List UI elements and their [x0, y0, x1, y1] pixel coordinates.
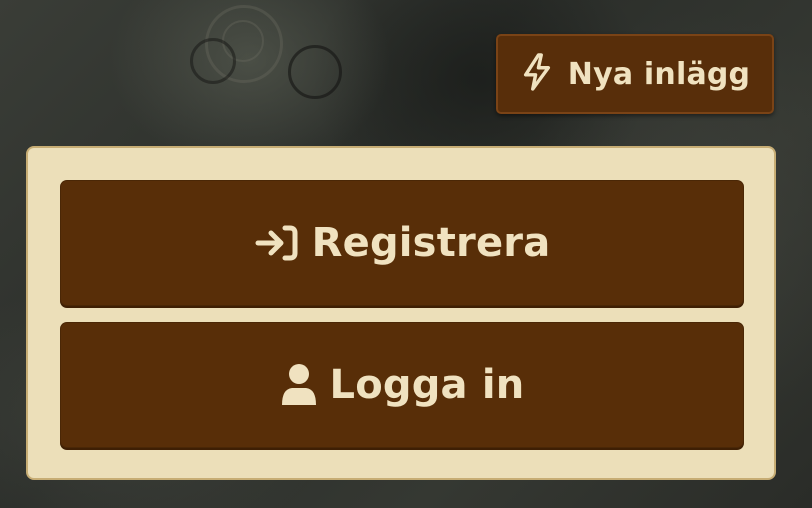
login-button[interactable]: Logga in: [60, 322, 744, 448]
sign-in-arrow-icon: [254, 223, 300, 263]
background-ornament: [190, 38, 236, 84]
background-ornament: [288, 45, 342, 99]
new-posts-button[interactable]: Nya inlägg: [496, 34, 774, 114]
login-label: Logga in: [329, 362, 525, 408]
lightning-icon: [520, 52, 554, 96]
register-button[interactable]: Registrera: [60, 180, 744, 306]
new-posts-label: Nya inlägg: [567, 56, 751, 92]
auth-panel: Registrera Logga in: [26, 146, 776, 480]
register-label: Registrera: [311, 220, 551, 266]
user-icon: [280, 363, 318, 407]
